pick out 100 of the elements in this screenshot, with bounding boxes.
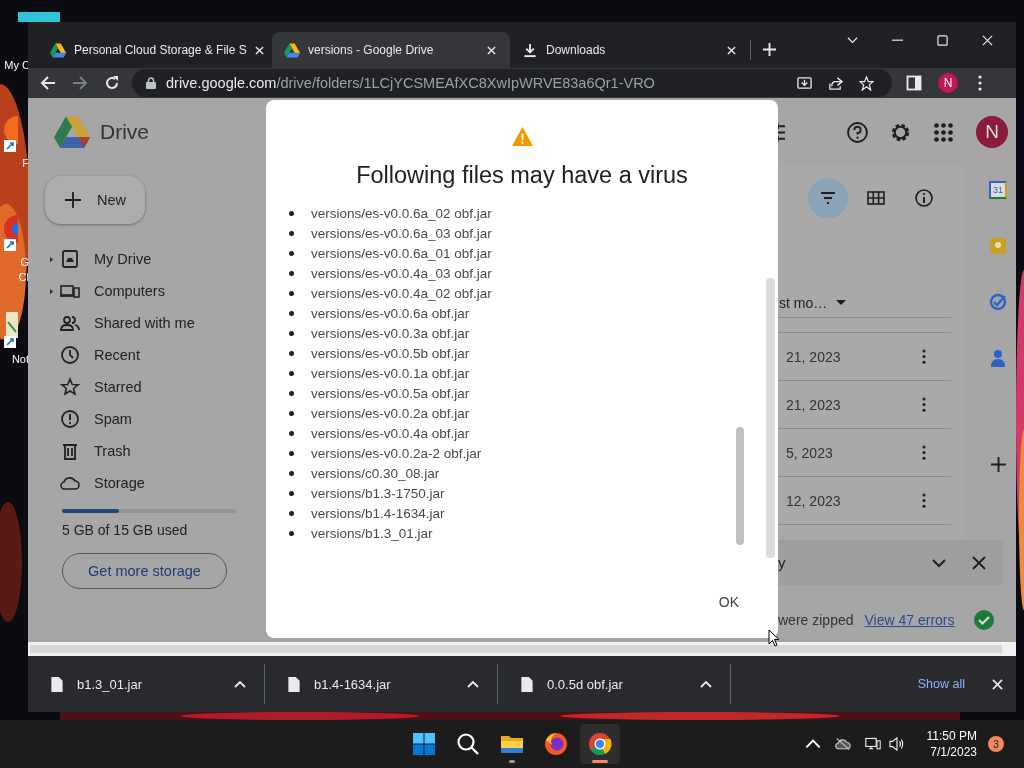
scrollbar-thumb[interactable] <box>766 278 775 558</box>
nav-item[interactable]: Recent <box>44 339 260 371</box>
bullet-icon <box>289 390 294 396</box>
profile-avatar[interactable]: N <box>938 73 958 93</box>
upload-status-text: were zipped <box>778 611 854 628</box>
file-path: versions/es-v0.0.2a-2 obf.jar <box>311 445 482 461</box>
settings-icon[interactable] <box>890 121 911 143</box>
back-icon[interactable] <box>40 75 56 91</box>
dialog-title: Following files may have a virus <box>356 161 688 190</box>
file-path: versions/es-v0.0.6a obf.jar <box>311 305 470 321</box>
caret-up-icon[interactable] <box>467 680 479 688</box>
more-options-icon[interactable] <box>922 445 926 460</box>
column-header[interactable]: st mo… <box>779 294 828 311</box>
reload-icon[interactable] <box>104 75 120 91</box>
check-circle-icon[interactable] <box>989 293 1007 311</box>
storage-usage-text: 5 GB of 15 GB used <box>62 522 188 538</box>
download-item[interactable]: b1.4-1634.jar <box>265 664 498 704</box>
nav-item[interactable]: Spam <box>44 403 260 435</box>
filter-button[interactable] <box>808 178 848 218</box>
forward-icon[interactable] <box>72 75 88 91</box>
browser-tab[interactable]: Downloads <box>510 32 750 68</box>
file-path: versions/es-v0.0.6a_03 obf.jar <box>311 225 492 241</box>
ok-button[interactable]: OK <box>706 586 751 618</box>
clock[interactable]: 11:50 PM 7/1/2023 <box>926 728 977 760</box>
browser-icon <box>544 732 568 756</box>
modified-date-cell: 12, 2023 <box>786 492 841 509</box>
nav-item[interactable]: My Drive <box>44 243 260 275</box>
trash-icon <box>60 441 80 461</box>
bullet-icon <box>289 410 294 416</box>
caret-up-icon[interactable] <box>234 680 246 688</box>
calendar-icon[interactable]: 31 <box>989 181 1007 199</box>
chevron-up-icon[interactable] <box>804 737 821 751</box>
more-options-icon[interactable] <box>922 493 926 508</box>
file-path: versions/es-v0.0.4a_02 obf.jar <box>311 285 492 301</box>
expand-arrow-icon[interactable] <box>49 255 53 263</box>
help-icon[interactable] <box>847 121 868 143</box>
install-icon[interactable] <box>797 75 812 91</box>
star-icon <box>60 377 80 397</box>
drive-logo-icon <box>50 42 66 58</box>
download-item[interactable]: 0.0.5d obf.jar <box>498 664 731 704</box>
nav-item[interactable]: Starred <box>44 371 260 403</box>
horizontal-scrollbar[interactable] <box>28 642 1016 656</box>
cloud-off-icon[interactable] <box>834 737 851 751</box>
address-bar[interactable]: drive.google.com/drive/folders/1LCjYCSMEAfXC8XwIpWRVE83a6Qr1-VRO <box>132 69 892 97</box>
nav-item[interactable]: Shared with me <box>44 307 260 339</box>
people-icon <box>60 313 80 333</box>
plus-icon[interactable] <box>990 457 1006 472</box>
browser-tab[interactable]: Personal Cloud Storage & File S <box>38 32 272 68</box>
modified-date-cell: 21, 2023 <box>786 348 841 365</box>
upload-panel-title: y <box>778 554 786 571</box>
nav-item[interactable]: Computers <box>44 275 260 307</box>
file-path: versions/es-v0.0.4a_03 obf.jar <box>311 265 492 281</box>
close-icon[interactable] <box>972 555 986 570</box>
windows-logo-icon <box>412 732 436 756</box>
browser-icon <box>588 732 612 756</box>
bullet-icon <box>289 530 294 536</box>
nav-item[interactable]: Trash <box>44 435 260 467</box>
new-tab-icon[interactable] <box>763 43 776 56</box>
expand-arrow-icon[interactable] <box>49 287 53 295</box>
browser-tab[interactable]: versions - Google Drive <box>272 32 510 68</box>
download-icon <box>522 42 538 58</box>
apps-grid-icon[interactable] <box>933 121 954 143</box>
bullet-icon <box>289 330 294 336</box>
share-icon[interactable] <box>828 75 843 91</box>
bullet-icon <box>289 210 294 216</box>
notification-badge[interactable]: 3 <box>988 736 1004 752</box>
lock-icon <box>146 77 156 89</box>
alert-icon <box>60 409 80 429</box>
file-path: versions/es-v0.0.1a obf.jar <box>311 365 470 381</box>
chevron-down-icon[interactable] <box>847 35 858 46</box>
bullet-icon <box>289 250 294 256</box>
drive-logo-icon[interactable] <box>54 116 90 148</box>
bullet-icon <box>289 270 294 276</box>
file-icon <box>521 676 533 692</box>
modified-date-cell: 5, 2023 <box>786 444 833 461</box>
side-panel-icon[interactable] <box>906 75 922 91</box>
sort-caret-icon[interactable] <box>836 300 847 305</box>
caret-up-icon[interactable] <box>700 680 712 688</box>
warning-icon <box>511 127 533 146</box>
bullet-icon <box>289 510 294 516</box>
account-avatar[interactable]: N <box>976 116 1008 148</box>
show-all-link[interactable]: Show all <box>917 677 965 691</box>
bullet-icon <box>289 490 294 496</box>
file-path: versions/es-v0.0.6a_02 obf.jar <box>311 205 492 221</box>
drive-logo-icon <box>284 42 300 58</box>
more-options-icon[interactable] <box>922 397 926 412</box>
maximize-icon[interactable] <box>937 35 948 46</box>
scrollbar-thumb[interactable] <box>736 427 744 545</box>
download-item[interactable]: b1.3_01.jar <box>28 664 265 704</box>
search-icon <box>456 732 480 756</box>
file-path: versions/es-v0.0.2a obf.jar <box>311 405 470 421</box>
browser-app-button[interactable] <box>580 724 620 764</box>
nav-item[interactable]: Storage <box>44 467 260 499</box>
file-path: versions/es-v0.0.3a obf.jar <box>311 325 470 341</box>
star-icon[interactable] <box>859 75 874 91</box>
file-path: versions/es-v0.0.5a obf.jar <box>311 385 470 401</box>
more-options-icon[interactable] <box>922 349 926 364</box>
volume-icon[interactable] <box>888 737 905 751</box>
network-icon[interactable] <box>864 737 881 751</box>
new-button[interactable]: New <box>45 176 145 224</box>
